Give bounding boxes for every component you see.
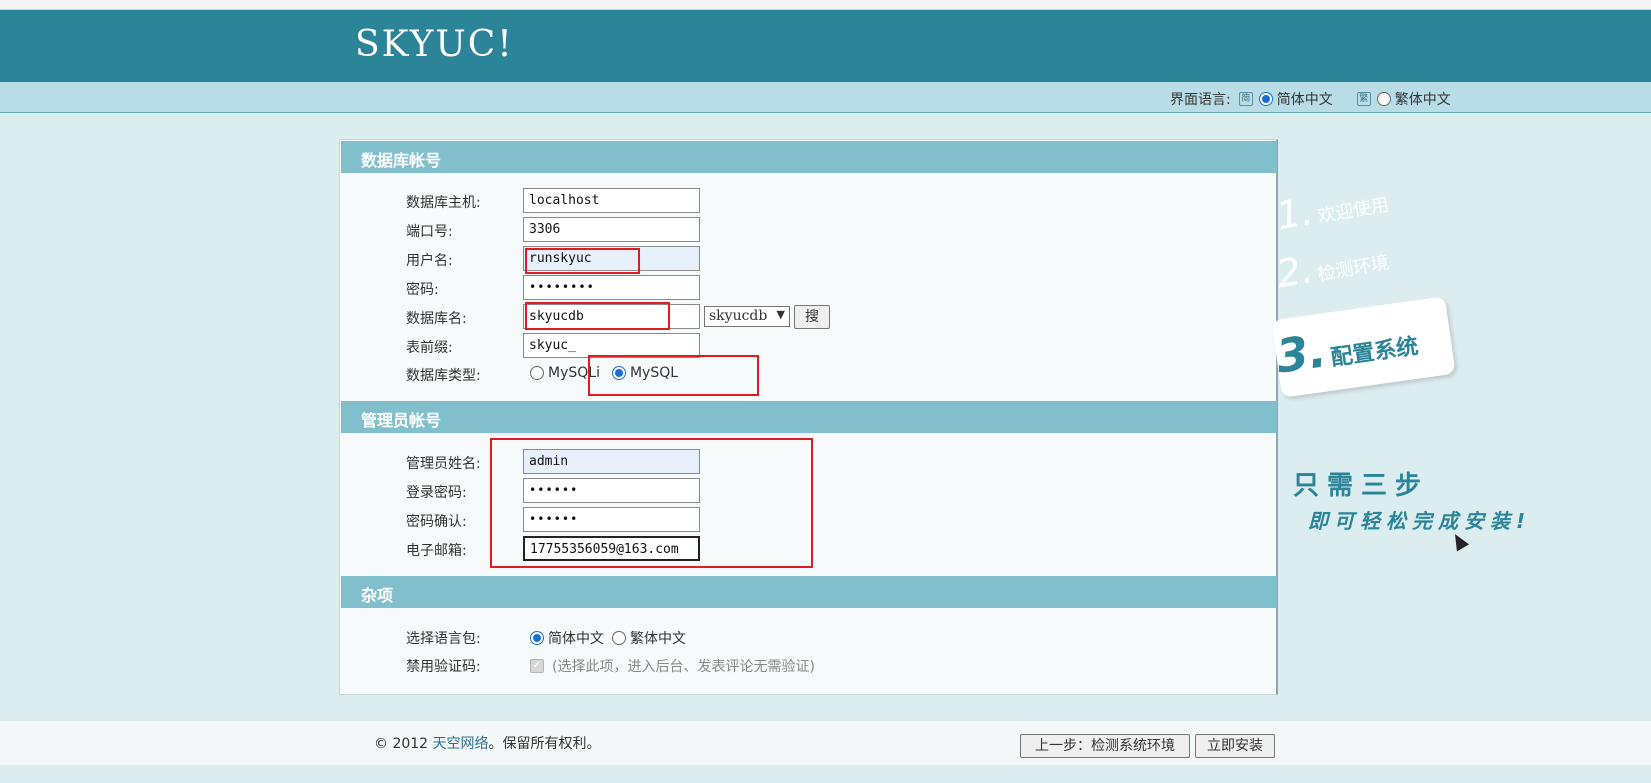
header-bar: SKYUC! xyxy=(0,10,1651,82)
admin-confirm-label: 密码确认: xyxy=(406,514,467,530)
db-port-label: 端口号: xyxy=(406,224,453,240)
db-host-input[interactable]: localhost xyxy=(523,188,700,213)
highlight-dbtype xyxy=(588,355,759,396)
browser-top-strip xyxy=(0,0,1651,10)
db-name-select[interactable]: skyucdb ▼ xyxy=(704,306,790,327)
traditional-flag-icon: 繁 xyxy=(1356,92,1371,106)
db-name-select-value: skyucdb xyxy=(709,308,768,324)
db-search-button[interactable]: 搜 xyxy=(794,305,830,329)
company-link[interactable]: 天空网络 xyxy=(433,736,489,752)
admin-name-label: 管理员姓名: xyxy=(406,456,481,472)
highlight-admin-fields xyxy=(490,438,813,568)
lang-traditional-label[interactable]: 繁体中文 xyxy=(1395,89,1451,109)
language-label: 界面语言: xyxy=(1170,92,1231,108)
captcha-note: (选择此项，进入后台、发表评论无需验证) xyxy=(552,659,815,675)
langpack-options: 简体中文 繁体中文 xyxy=(530,628,686,648)
previous-step-button[interactable]: 上一步：检测系统环境 xyxy=(1020,734,1190,758)
lang-traditional-radio[interactable] xyxy=(1376,92,1391,106)
langpack-simplified-radio[interactable] xyxy=(530,631,544,645)
slogan-line-1: 只需三步 xyxy=(1293,471,1430,501)
db-section-title: 数据库帐号 xyxy=(341,141,1277,173)
db-host-label: 数据库主机: xyxy=(406,195,481,211)
footer-bar: © 2012 天空网络。保留所有权利。 上一步：检测系统环境 立即安装 xyxy=(0,721,1651,765)
langpack-traditional-label[interactable]: 繁体中文 xyxy=(630,628,686,648)
db-user-label: 用户名: xyxy=(406,253,453,269)
step-2: 2.检测环境 xyxy=(1273,246,1391,297)
langpack-traditional-radio[interactable] xyxy=(612,631,626,645)
captcha-option: ✓ (选择此项，进入后台、发表评论无需验证) xyxy=(530,656,815,676)
captcha-checkbox[interactable]: ✓ xyxy=(530,659,544,673)
db-type-mysqli-radio[interactable] xyxy=(530,366,544,380)
db-type-label: 数据库类型: xyxy=(406,368,481,384)
language-switch: 界面语言: 简 简体中文 繁 繁体中文 xyxy=(1170,89,1451,109)
step-1: 1.欢迎使用 xyxy=(1273,188,1391,239)
lang-simplified-radio[interactable] xyxy=(1258,92,1273,106)
slogan-line-2: 即可轻松完成安装! xyxy=(1308,509,1532,533)
chevron-down-icon: ▼ xyxy=(776,308,785,321)
install-steps-graphic: 1.欢迎使用 2.检测环境 3.配置系统 只需三步 即可轻松完成安装! xyxy=(1271,185,1580,545)
highlight-username xyxy=(525,248,640,274)
misc-section-title: 杂项 xyxy=(341,576,1277,608)
admin-email-label: 电子邮箱: xyxy=(406,543,467,559)
db-password-label: 密码: xyxy=(406,282,439,298)
db-port-input[interactable]: 3306 xyxy=(523,217,700,242)
config-form-panel: 数据库帐号 数据库主机: localhost 端口号: 3306 用户名: ru… xyxy=(339,139,1278,695)
skyuc-logo: SKYUC! xyxy=(355,24,514,65)
table-prefix-label: 表前缀: xyxy=(406,340,453,356)
lang-simplified-label[interactable]: 简体中文 xyxy=(1277,89,1333,109)
admin-password-label: 登录密码: xyxy=(406,485,467,501)
language-bar: 界面语言: 简 简体中文 繁 繁体中文 xyxy=(0,82,1651,113)
install-now-button[interactable]: 立即安装 xyxy=(1195,734,1275,758)
copyright: © 2012 天空网络。保留所有权利。 xyxy=(374,736,601,752)
db-password-input[interactable]: •••••••• xyxy=(523,275,700,300)
langpack-label: 选择语言包: xyxy=(406,631,481,647)
captcha-label: 禁用验证码: xyxy=(406,659,481,675)
db-name-label: 数据库名: xyxy=(406,311,467,327)
highlight-dbname xyxy=(525,302,670,330)
admin-section-title: 管理员帐号 xyxy=(341,401,1277,433)
langpack-simplified-label[interactable]: 简体中文 xyxy=(548,628,604,648)
simplified-flag-icon: 简 xyxy=(1238,92,1253,106)
